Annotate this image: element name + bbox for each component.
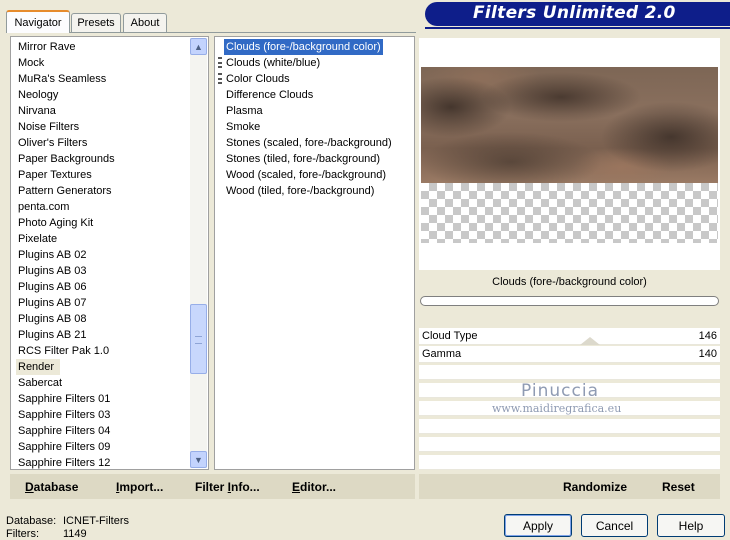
filter-item[interactable]: Difference Clouds [224, 87, 315, 103]
filter-item[interactable]: Stones (scaled, fore-/background) [224, 135, 394, 151]
slider-label: Cloud Type [422, 330, 478, 342]
apply-button[interactable]: Apply [504, 514, 572, 537]
filter-mark-icon [218, 73, 222, 84]
category-item[interactable]: RCS Filter Pak 1.0 [16, 343, 111, 359]
slider-cloud-type[interactable]: Cloud Type 146 [419, 328, 720, 345]
slider-gamma[interactable]: Gamma 140 [419, 346, 720, 363]
category-item[interactable]: Paper Backgrounds [16, 151, 117, 167]
scroll-up-button[interactable]: ▲ [190, 38, 207, 55]
filter-item[interactable]: Color Clouds [224, 71, 292, 87]
transparency-checker [421, 183, 718, 243]
category-item[interactable]: Noise Filters [16, 119, 81, 135]
randomize-button[interactable]: Randomize [563, 480, 627, 494]
empty-slider-row [419, 437, 720, 452]
filter-info-button[interactable]: Filter Info... [195, 480, 260, 494]
cancel-button[interactable]: Cancel [581, 514, 648, 537]
category-item[interactable]: Plugins AB 06 [16, 279, 89, 295]
status-filters-label: Filters: [6, 528, 39, 540]
filter-item[interactable]: Smoke [224, 119, 262, 135]
category-item[interactable]: Plugins AB 21 [16, 327, 89, 343]
category-item[interactable]: Plugins AB 08 [16, 311, 89, 327]
category-item[interactable]: Sapphire Filters 09 [16, 439, 112, 455]
reset-button[interactable]: Reset [662, 480, 695, 494]
watermark-url: www.maidiregrafica.eu [492, 402, 622, 415]
category-scrollbar[interactable]: ▲ ▼ [190, 38, 207, 468]
category-item[interactable]: Plugins AB 02 [16, 247, 89, 263]
status-filters-value: 1149 [63, 528, 87, 540]
category-item[interactable]: Neology [16, 87, 60, 103]
category-item[interactable]: Sapphire Filters 04 [16, 423, 112, 439]
category-item[interactable]: Photo Aging Kit [16, 215, 95, 231]
category-item[interactable]: Pixelate [16, 231, 59, 247]
category-item[interactable]: Sapphire Filters 01 [16, 391, 112, 407]
category-item[interactable]: Render [16, 359, 60, 375]
category-item[interactable]: Sabercat [16, 375, 64, 391]
filter-item[interactable]: Wood (scaled, fore-/background) [224, 167, 388, 183]
editor-button[interactable]: Editor... [292, 480, 336, 494]
app-title: Filters Unlimited 2.0 [473, 3, 676, 23]
category-item[interactable]: Plugins AB 07 [16, 295, 89, 311]
filter-item[interactable]: Clouds (white/blue) [224, 55, 322, 71]
category-item[interactable]: Mock [16, 55, 46, 71]
progress-bar [420, 296, 719, 306]
category-item[interactable]: Sapphire Filters 12 [16, 455, 112, 471]
category-item[interactable]: Mirror Rave [16, 39, 77, 55]
preview-filter-name: Clouds (fore-/background color) [492, 276, 647, 288]
empty-slider-row [419, 455, 720, 470]
import-button[interactable]: Import... [116, 480, 163, 494]
watermark-title: Pinuccia [521, 381, 599, 401]
slider-label: Gamma [422, 348, 462, 360]
slider-value: 146 [698, 330, 717, 342]
preview-image [421, 67, 718, 183]
category-item[interactable]: penta.com [16, 199, 71, 215]
category-item[interactable]: Oliver's Filters [16, 135, 89, 151]
slider-thumb[interactable] [580, 337, 600, 345]
empty-slider-row [419, 419, 720, 434]
filter-item[interactable]: Clouds (fore-/background color) [224, 39, 383, 55]
category-item[interactable]: Nirvana [16, 103, 58, 119]
status-database-label: Database: [6, 515, 57, 527]
filter-item[interactable]: Plasma [224, 103, 265, 119]
filter-mark-icon [218, 57, 222, 68]
tab-presets[interactable]: Presets [71, 13, 121, 32]
filter-item[interactable]: Wood (tiled, fore-/background) [224, 183, 376, 199]
category-item[interactable]: Plugins AB 03 [16, 263, 89, 279]
scroll-thumb[interactable] [190, 304, 207, 374]
category-item[interactable]: MuRa's Seamless [16, 71, 108, 87]
slider-value: 140 [698, 348, 717, 360]
category-item[interactable]: Sapphire Filters 03 [16, 407, 112, 423]
category-item[interactable]: Paper Textures [16, 167, 94, 183]
banner-underline [425, 27, 730, 29]
tab-navigator[interactable]: Navigator [6, 10, 70, 33]
filter-item[interactable]: Stones (tiled, fore-/background) [224, 151, 382, 167]
tab-about[interactable]: About [123, 13, 167, 32]
database-button[interactable]: Database [25, 480, 78, 494]
scroll-down-button[interactable]: ▼ [190, 451, 207, 468]
help-button[interactable]: Help [657, 514, 725, 537]
empty-slider-row [419, 365, 720, 380]
category-item[interactable]: Pattern Generators [16, 183, 114, 199]
status-database-value: ICNET-Filters [63, 515, 129, 527]
